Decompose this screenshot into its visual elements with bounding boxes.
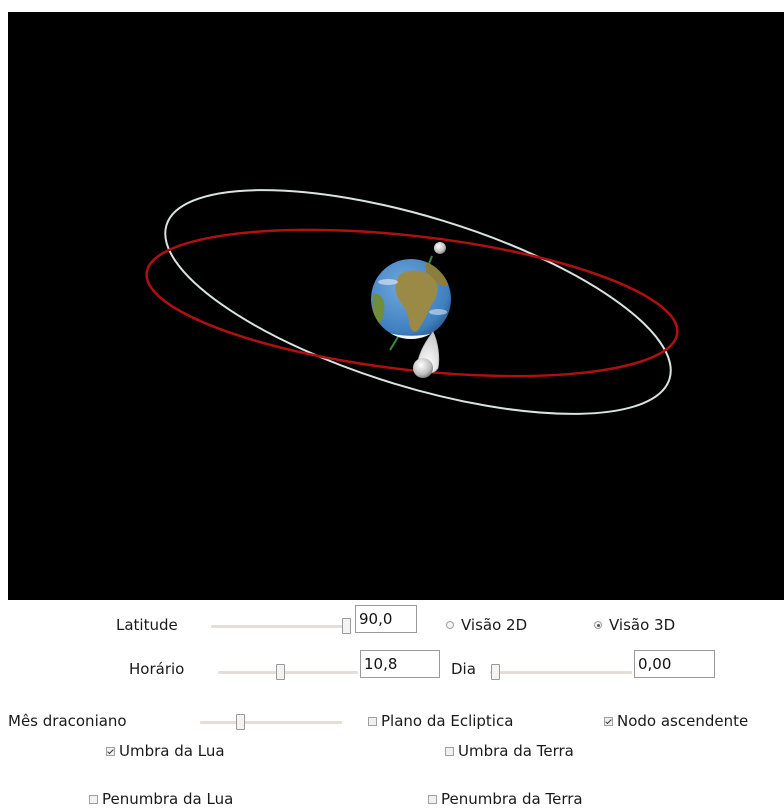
mes-draconiano-slider-track [200, 721, 342, 724]
horario-slider-track [218, 671, 358, 674]
latitude-slider-track [211, 625, 351, 628]
app-root: Latitude 90,0 Visão 2D Visão 3D Horário … [0, 0, 784, 810]
scene-viewport[interactable] [8, 12, 784, 600]
umbra-terra-label: Umbra da Terra [458, 742, 574, 760]
view-2d-label: Visão 2D [461, 616, 528, 634]
moon-sphere [413, 358, 433, 378]
horario-label: Horário [129, 660, 185, 678]
horario-value-field[interactable]: 10,8 [360, 650, 440, 678]
umbra-lua-label: Umbra da Lua [119, 742, 225, 760]
horario-slider[interactable] [218, 662, 358, 682]
view-3d-radio[interactable] [594, 621, 602, 629]
dia-slider-track [490, 671, 632, 674]
nodo-ascendente-checkbox[interactable] [604, 716, 613, 726]
dia-label: Dia [451, 660, 476, 678]
earth-globe [371, 259, 451, 339]
latitude-slider-thumb[interactable] [342, 618, 351, 634]
moon-far-marker [434, 242, 446, 254]
penumbra-lua-option[interactable]: Penumbra da Lua [89, 790, 233, 808]
plano-ecliptica-option[interactable]: Plano da Ecliptica [368, 712, 513, 730]
mes-draconiano-slider[interactable] [200, 712, 342, 732]
node-line-lower [389, 336, 399, 351]
view-3d-option[interactable]: Visão 3D [594, 616, 675, 634]
penumbra-lua-label: Penumbra da Lua [102, 790, 234, 808]
latitude-label: Latitude [116, 616, 178, 634]
nodo-ascendente-label: Nodo ascendente [617, 712, 749, 730]
plano-ecliptica-checkbox[interactable] [368, 716, 377, 726]
dia-slider[interactable] [490, 662, 632, 682]
penumbra-terra-checkbox[interactable] [428, 794, 437, 804]
penumbra-terra-option[interactable]: Penumbra da Terra [428, 790, 583, 808]
dia-value-field[interactable]: 0,00 [634, 650, 715, 678]
latitude-slider[interactable] [211, 616, 351, 636]
mes-draconiano-slider-thumb[interactable] [236, 714, 245, 730]
umbra-lua-option[interactable]: Umbra da Lua [106, 742, 225, 760]
penumbra-terra-label: Penumbra da Terra [441, 790, 583, 808]
view-2d-option[interactable]: Visão 2D [446, 616, 527, 634]
umbra-lua-checkbox[interactable] [106, 746, 115, 756]
latitude-value-field[interactable]: 90,0 [355, 605, 417, 633]
umbra-terra-checkbox[interactable] [445, 746, 454, 756]
horario-slider-thumb[interactable] [276, 664, 285, 680]
mes-draconiano-label: Mês draconiano [8, 712, 127, 730]
nodo-ascendente-option[interactable]: Nodo ascendente [604, 712, 748, 730]
plano-ecliptica-label: Plano da Ecliptica [381, 712, 514, 730]
umbra-terra-option[interactable]: Umbra da Terra [445, 742, 574, 760]
view-3d-label: Visão 3D [609, 616, 676, 634]
view-2d-radio[interactable] [446, 621, 454, 629]
penumbra-lua-checkbox[interactable] [89, 794, 98, 804]
dia-slider-thumb[interactable] [491, 664, 500, 680]
scene-canvas[interactable] [8, 12, 784, 600]
